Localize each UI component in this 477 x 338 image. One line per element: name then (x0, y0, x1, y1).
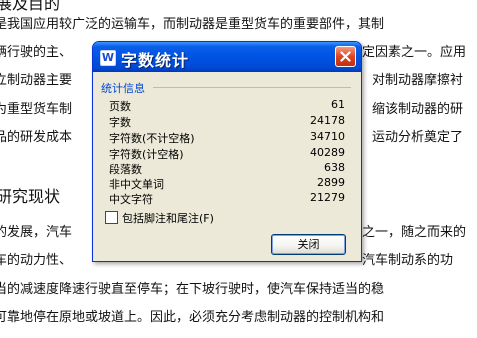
stat-value: 638 (324, 161, 345, 174)
doc-line: 立制动器主要 (0, 73, 73, 88)
stat-value: 21279 (310, 191, 345, 204)
stat-row-non-chinese-words: 非中文单词 2899 (109, 176, 345, 191)
word-count-dialog: W 字数统计 统计信息 页数 61 字数 24178 字符数(不计空格) 347… (92, 41, 362, 262)
close-button[interactable]: 关闭 (271, 234, 346, 255)
doc-line: 辆行驶的主、 (0, 45, 73, 60)
group-divider (153, 87, 351, 88)
stat-row-paragraphs: 段落数 638 (109, 161, 345, 176)
word-app-icon: W (100, 50, 116, 66)
dialog-titlebar[interactable]: W 字数统计 (93, 42, 361, 72)
doc-line: 可靠地停在原地或坡道上。因此，必须充分考虑制动器的控制机构和 (0, 310, 385, 325)
doc-line: 车的动力性、 (0, 253, 73, 268)
doc-line: 当的减速度降速行驶直至停车；在下坡行驶时，使汽车保持适当的稳 (0, 282, 385, 297)
stat-row-pages: 页数 61 (109, 98, 345, 113)
doc-line: 汽车制动系的功 (362, 253, 454, 268)
doc-line: 品的研发成本 (0, 130, 73, 145)
doc-heading-2: 研究现状 (0, 187, 61, 206)
stat-value: 24178 (310, 114, 345, 127)
stat-value: 2899 (317, 176, 345, 189)
doc-line: 定因素之一。应用 (362, 45, 467, 60)
stat-label: 非中文单词 (109, 178, 164, 191)
doc-line: 运动分析奠定了 (372, 130, 464, 145)
stat-label: 页数 (109, 100, 131, 113)
stat-row-chars-with-spaces: 字符数(计空格) 40289 (109, 146, 345, 161)
stat-row-chinese-chars: 中文字符 21279 (109, 191, 345, 206)
dialog-title: 字数统计 (121, 51, 190, 70)
stat-label: 字数 (109, 116, 131, 129)
doc-line: 的发展，汽车 (0, 225, 73, 240)
include-footnotes-label[interactable]: 包括脚注和尾注(F) (122, 210, 214, 226)
stat-value: 34710 (310, 130, 345, 143)
stat-value: 40289 (310, 146, 345, 159)
doc-line: 是我国应用较广泛的运输车，而制动器是重型货车的重要部件，其制 (0, 17, 385, 32)
group-label-stats: 统计信息 (101, 82, 145, 95)
doc-line: 对制动器摩擦衬 (372, 73, 464, 88)
doc-heading-1: 展及目的 (0, 0, 61, 13)
stat-row-chars-no-spaces: 字符数(不计空格) 34710 (109, 130, 345, 145)
stat-label: 中文字符 (109, 193, 153, 206)
close-icon (340, 51, 351, 62)
stat-label: 字符数(计空格) (109, 148, 184, 161)
doc-line: 之一，随之而来的 (362, 225, 467, 240)
stat-label: 字符数(不计空格) (109, 132, 195, 145)
stat-value: 61 (331, 98, 345, 111)
doc-line: 缩该制动器的研 (372, 102, 464, 117)
stat-row-words: 字数 24178 (109, 114, 345, 129)
stat-label: 段落数 (109, 163, 142, 176)
include-footnotes-checkbox[interactable] (105, 211, 118, 224)
doc-line: 为重型货车制 (0, 102, 73, 117)
close-window-button[interactable] (335, 46, 356, 67)
